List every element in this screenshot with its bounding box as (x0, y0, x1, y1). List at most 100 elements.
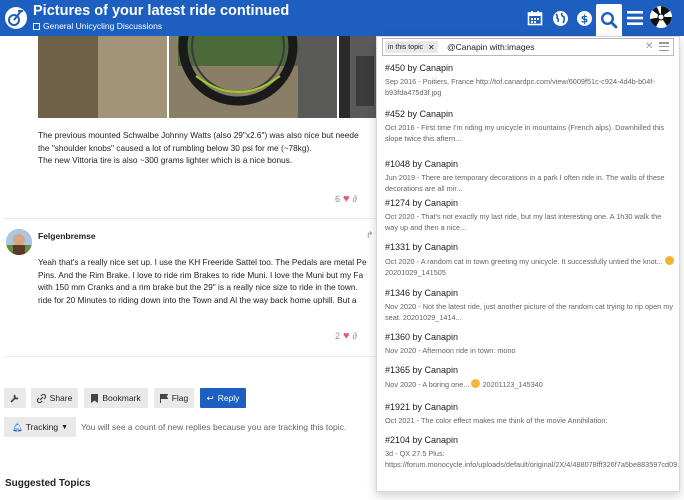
result-title[interactable]: #1274 by Canapin (385, 198, 675, 208)
search-result[interactable]: #1274 by Canapin Oct 2020 - That's not e… (385, 198, 675, 233)
result-title[interactable]: #1365 by Canapin (385, 365, 675, 375)
post-body: The previous mounted Schwalbe Johnny Wat… (38, 129, 378, 167)
link-icon[interactable]: ∂ (353, 194, 357, 204)
topic-title[interactable]: Pictures of your latest ride continued (33, 3, 289, 19)
reply-to-arrow-icon[interactable]: ↱ (366, 230, 374, 241)
result-title[interactable]: #1346 by Canapin (385, 288, 675, 298)
post-line: ride for 20 Minutes to riding down into … (38, 294, 357, 305)
post-line: Pins. And the Rim Brake. I love to ride … (38, 269, 364, 280)
tracking-explanation: You will see a count of new replies beca… (81, 422, 347, 432)
post-line: Yeah that's a really nice set up. I use … (38, 257, 367, 267)
flag-icon (159, 393, 168, 403)
search-input[interactable] (447, 39, 637, 55)
link-icon[interactable]: ∂ (353, 331, 357, 341)
category-square-icon (33, 22, 40, 30)
grin-emoji-icon (471, 379, 481, 388)
search-result[interactable]: #2104 by Canapin 3d - QX 27.5 Plus: http… (385, 435, 680, 470)
result-blurb-tail: 20201029_141505 (385, 267, 446, 277)
result-blurb: Oct 2021 - The color effect makes me thi… (385, 416, 608, 425)
result-title[interactable]: #1048 by Canapin (385, 159, 675, 169)
search-result[interactable]: #1048 by Canapin Jun 2019 - There are te… (385, 159, 675, 194)
search-result[interactable]: #1346 by Canapin Nov 2020 - Not the late… (385, 288, 675, 323)
result-blurb: Nov 2020 - A boring one... 20201123_1453… (385, 379, 675, 391)
flag-button[interactable]: Flag (154, 388, 194, 408)
tracking-label: Tracking (25, 422, 59, 432)
advanced-search-icon[interactable] (659, 42, 669, 51)
flag-label: Flag (171, 393, 189, 403)
result-blurb-text: Oct 2020 - A random cat in town greeting… (385, 257, 663, 266)
like-counter[interactable]: 2 ♥ ∂ (335, 330, 357, 342)
search-bar: in this topic ✕ ✕ (382, 38, 674, 56)
post-line: the "shoulder knobs" caused a lot of rum… (38, 142, 312, 153)
reply-label: Reply (217, 393, 240, 403)
category-badge[interactable]: General Unicycling Discussions (33, 21, 162, 31)
post-line: The previous mounted Schwalbe Johnny Wat… (38, 130, 359, 140)
result-blurb: 3d - QX 27.5 Plus: https://forum.monocyc… (385, 449, 680, 469)
result-title[interactable]: #450 by Canapin (385, 63, 675, 73)
globe-icon[interactable] (547, 5, 573, 31)
search-result[interactable]: #1365 by Canapin Nov 2020 - A boring one… (385, 365, 675, 391)
result-blurb-text: Nov 2020 - A boring one... (385, 380, 470, 389)
svg-text:$: $ (580, 12, 588, 25)
poster-avatar[interactable] (6, 229, 32, 255)
search-context-label: in this topic (388, 43, 424, 51)
reply-arrow-icon: ↩ (206, 392, 214, 403)
result-title[interactable]: #1360 by Canapin (385, 332, 675, 342)
dollar-globe-icon[interactable]: $ (571, 5, 597, 31)
result-blurb: Oct 2020 - A random cat in town greeting… (385, 256, 675, 278)
remove-context-icon[interactable]: ✕ (428, 43, 435, 52)
suggested-topics-heading: Suggested Topics (5, 478, 91, 489)
share-label: Share (49, 393, 73, 403)
search-result[interactable]: #450 by Canapin Sep 2016 - Poitiers, Fra… (385, 63, 675, 98)
result-blurb-tail: 20201123_145340 (482, 380, 543, 389)
bell-icon: 🔔︎ (11, 421, 23, 432)
post-divider (4, 356, 376, 357)
result-title[interactable]: #2104 by Canapin (385, 435, 675, 445)
result-blurb: Oct 2016 - First time I'm riding my unic… (385, 123, 665, 143)
result-blurb: Nov 2020 - Afternoon ride in town: mono (385, 346, 516, 355)
bookmark-icon (91, 393, 99, 403)
like-counter[interactable]: 6 ♥ ∂ (335, 193, 357, 205)
search-context-chip[interactable]: in this topic ✕ (385, 41, 438, 53)
poster-username[interactable]: Felgenbremse (38, 231, 96, 241)
post-divider (4, 218, 376, 219)
search-icon[interactable] (596, 4, 622, 36)
result-blurb: Sep 2016 - Poitiers, France http://tof.c… (385, 77, 655, 97)
bookmark-button[interactable]: Bookmark (84, 388, 148, 408)
search-menu-panel: in this topic ✕ ✕ #450 by Canapin Sep 20… (376, 36, 680, 492)
result-blurb: Jun 2019 - There are temporary decoratio… (385, 173, 665, 193)
search-result[interactable]: #1921 by Canapin Oct 2021 - The color ef… (385, 402, 675, 427)
heart-icon[interactable]: ♥ (343, 330, 350, 342)
user-avatar[interactable] (650, 6, 672, 28)
post-photo-unicycle-wheel[interactable] (38, 36, 378, 118)
hamburger-menu-icon[interactable] (622, 5, 648, 31)
bookmark-label: Bookmark (102, 393, 141, 403)
cat-emoji-icon (664, 256, 674, 265)
reply-button[interactable]: ↩ Reply (200, 388, 246, 408)
share-button[interactable]: Share (31, 388, 78, 408)
tracking-dropdown[interactable]: 🔔︎ Tracking ▼ (4, 417, 76, 437)
calendar-icon[interactable] (522, 5, 548, 31)
search-result[interactable]: #452 by Canapin Oct 2016 - First time I'… (385, 109, 675, 144)
admin-wrench-button[interactable] (4, 388, 26, 408)
site-header: Pictures of your latest ride continued G… (0, 0, 684, 36)
post-line: The new Vittoria tire is also ~300 grams… (38, 155, 293, 165)
like-count: 6 (335, 194, 341, 204)
result-blurb: Nov 2020 - Not the latest ride, just ano… (385, 302, 673, 322)
like-count: 2 (335, 331, 341, 341)
search-result[interactable]: #1331 by Canapin Oct 2020 - A random cat… (385, 242, 675, 278)
heart-icon[interactable]: ♥ (343, 193, 350, 205)
result-title[interactable]: #452 by Canapin (385, 109, 675, 119)
wrench-icon (10, 394, 19, 403)
result-blurb: Oct 2020 - That's not exactly my last ri… (385, 212, 662, 232)
post-body: Yeah that's a really nice set up. I use … (38, 256, 378, 306)
result-title[interactable]: #1331 by Canapin (385, 242, 675, 252)
post-line: with 150 mm Cranks and a rim brake but t… (38, 282, 358, 292)
result-title[interactable]: #1921 by Canapin (385, 402, 675, 412)
clear-search-icon[interactable]: ✕ (645, 41, 653, 52)
search-result[interactable]: #1360 by Canapin Nov 2020 - Afternoon ri… (385, 332, 675, 357)
unicycle-logo-icon[interactable] (4, 6, 28, 30)
link-icon (36, 393, 46, 403)
category-name: General Unicycling Discussions (43, 21, 163, 31)
caret-down-icon: ▼ (61, 423, 68, 431)
